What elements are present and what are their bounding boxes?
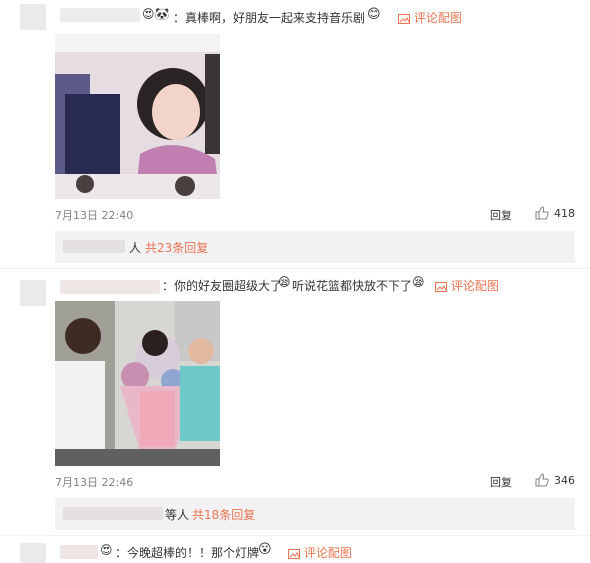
username-blurred[interactable]: [60, 545, 98, 559]
comment-picture-link[interactable]: 评论配图: [288, 546, 352, 560]
photo-illustration: [55, 301, 220, 466]
comment-picture-link[interactable]: 评论配图: [435, 279, 499, 293]
comment-text: ：真棒啊，好朋友一起来支持音乐剧: [173, 11, 366, 25]
comment-picture-link[interactable]: 评论配图: [398, 11, 462, 25]
image-icon: [435, 281, 447, 292]
reply-button[interactable]: 回复: [490, 474, 512, 490]
emoji-icon: 😍: [100, 543, 113, 557]
replies-bar[interactable]: 人 共23条回复: [55, 231, 575, 263]
comment-text: ：你的好友圈超级大了: [162, 279, 283, 293]
replies-bar[interactable]: 等人 共18条回复: [55, 498, 575, 530]
emoji-icon: 😪: [278, 275, 291, 289]
avatar[interactable]: [20, 280, 46, 306]
image-icon: [398, 13, 410, 24]
avatar[interactable]: [20, 4, 46, 30]
replies-prefix: 人: [129, 241, 142, 255]
username-blurred[interactable]: [60, 280, 160, 294]
emoji-icon: 😪: [412, 275, 425, 289]
replier-names-blurred: [63, 507, 163, 520]
username-blurred[interactable]: [60, 8, 140, 22]
thumbs-up-icon[interactable]: [535, 473, 549, 487]
replies-prefix: 等人: [165, 508, 190, 522]
avatar[interactable]: [20, 543, 46, 563]
comment-time: 7月13日 22:40: [55, 209, 134, 222]
comment-photo[interactable]: [55, 301, 220, 466]
reply-button[interactable]: 回复: [490, 207, 512, 223]
emoji-icon: 😮: [258, 542, 272, 557]
replier-names-blurred: [63, 240, 125, 253]
replies-count-link[interactable]: 共18条回复: [192, 508, 255, 522]
replies-count-link[interactable]: 共23条回复: [145, 241, 208, 255]
comment-text-continued: 听说花篮都快放不下了: [292, 279, 413, 293]
comment-text: ：今晚超棒的！！那个灯牌: [115, 546, 260, 560]
divider: [0, 535, 590, 536]
photo-illustration: [55, 34, 220, 199]
like-count[interactable]: 418: [554, 207, 575, 220]
divider: [0, 268, 590, 269]
emoji-icon: 😊: [367, 7, 381, 22]
like-count[interactable]: 346: [554, 474, 575, 487]
comment-time: 7月13日 22:46: [55, 476, 134, 489]
thumbs-up-icon[interactable]: [535, 206, 549, 220]
comment-photo[interactable]: [55, 34, 220, 199]
emoji-icon: 😍🐼: [142, 7, 170, 21]
image-icon: [288, 548, 300, 559]
